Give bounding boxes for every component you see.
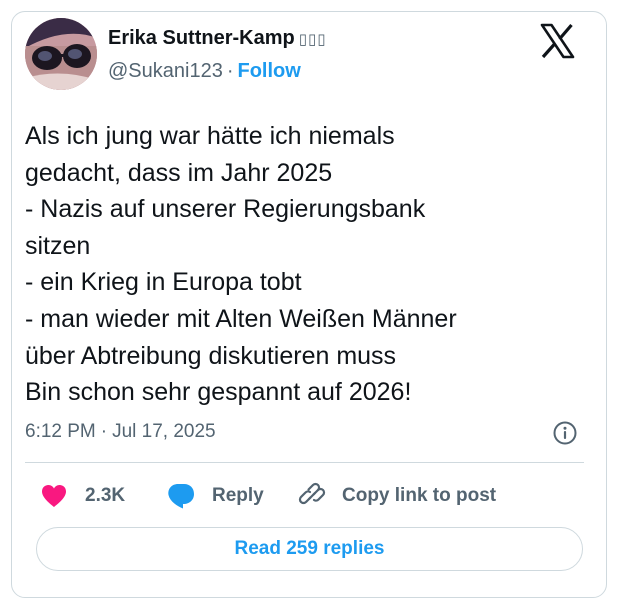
x-logo-icon[interactable] [538,22,576,60]
avatar[interactable] [25,18,97,90]
divider [25,462,584,463]
post-time[interactable]: 6:12 PM [25,421,96,442]
reply-label: Reply [212,485,264,506]
post-text-line: Bin schon sehr gespannt auf 2026! [25,378,412,407]
author-name-emoji: ▯▯▯ [298,31,327,48]
like-button[interactable]: 2.3K [40,480,125,512]
copy-link-button[interactable]: Copy link to post [298,480,496,512]
read-replies-label: Read 259 replies [234,538,385,559]
post-text: Als ich jung war hätte ich niemals gedac… [25,118,585,411]
like-count: 2.3K [85,485,126,506]
post-date[interactable]: Jul 17, 2025 [112,421,216,442]
link-icon [298,482,326,505]
speech-bubble-icon [168,484,194,509]
author-name[interactable]: Erika Suttner-Kamp [108,27,295,49]
post-timestamp[interactable]: 6:12 PM · Jul 17, 2025 [25,420,216,444]
post-text-line: gedacht, dass im Jahr 2025 [25,158,333,187]
timestamp-separator: · [100,421,108,442]
info-icon[interactable] [552,420,578,446]
heart-icon [42,485,66,507]
author-name-row[interactable]: Erika Suttner-Kamp ▯▯▯ [108,26,326,52]
post-text-line: Als ich jung war hätte ich niemals [25,122,395,150]
reply-button[interactable]: Reply [166,480,264,512]
post-text-line: - Nazis auf unserer Regierungsbank [25,195,426,224]
follow-button[interactable]: Follow [238,60,301,82]
avatar-image [25,18,97,90]
post-text-line: sitzen [25,231,91,260]
read-replies-button[interactable]: Read 259 replies [36,527,583,571]
copy-link-label: Copy link to post [342,485,497,506]
author-handle-row: @Sukani123 · Follow [108,59,301,83]
post-text-line: - ein Krieg in Europa tobt [25,268,302,297]
handle-separator: · [226,60,234,82]
post-text-line: - man wieder mit Alten Weißen Männer [25,304,457,333]
post-text-line: über Abtreibung diskutieren muss [25,341,397,370]
author-handle[interactable]: @Sukani123 [108,60,223,82]
